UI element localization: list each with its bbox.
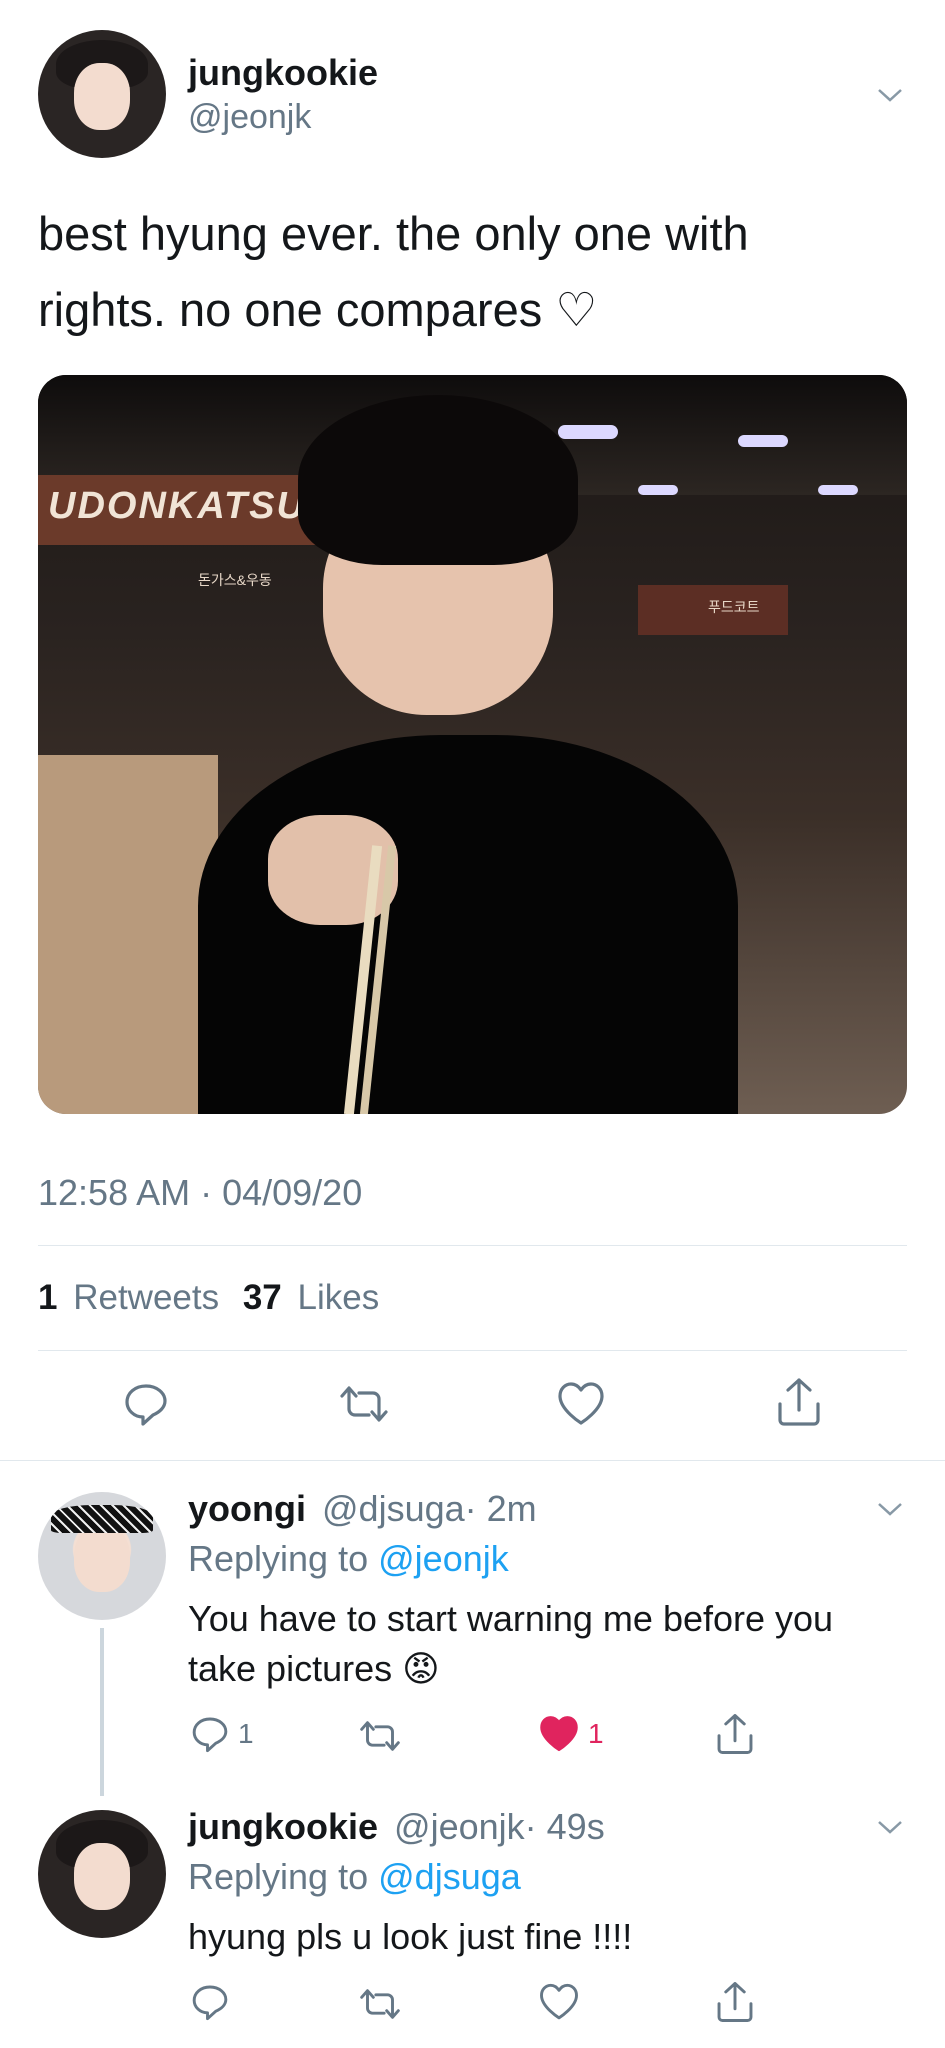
reply-text: hyung pls u look just fine !!!! — [188, 1916, 633, 1957]
reply-handle[interactable]: @djsuga — [322, 1488, 465, 1529]
reply-icon — [192, 1985, 228, 2021]
reply-avatar[interactable] — [38, 1492, 166, 1620]
reply-display-name[interactable]: jungkookie — [188, 1806, 378, 1847]
retweet-button[interactable] — [356, 1716, 404, 1756]
tweet-stats: 1 Retweets 37 Likes — [38, 1278, 379, 1318]
like-icon — [540, 1716, 578, 1752]
author-avatar[interactable] — [38, 30, 166, 158]
reply-icon — [192, 1717, 228, 1753]
chevron-down-icon[interactable] — [877, 88, 903, 102]
reply-button[interactable]: 1 — [190, 1714, 254, 1754]
reply-time[interactable]: · 2m — [465, 1488, 537, 1529]
reply-button[interactable] — [122, 1380, 170, 1428]
section-divider — [0, 1460, 945, 1461]
reply-text: You have to start warning me before you … — [188, 1598, 834, 1689]
like-button[interactable]: 1 — [538, 1714, 604, 1754]
tweet-photo[interactable]: UDONKATSU 돈가스&우동 푸드코트 — [38, 375, 907, 1114]
share-button[interactable] — [714, 1980, 756, 2024]
share-button[interactable] — [774, 1376, 824, 1428]
reply-button[interactable] — [190, 1982, 230, 2022]
retweet-icon — [360, 1721, 400, 1751]
retweets-label[interactable]: Retweets — [73, 1278, 219, 1317]
author-display-name[interactable]: jungkookie — [188, 52, 378, 94]
retweets-count[interactable]: 1 — [38, 1278, 57, 1317]
share-icon — [717, 1714, 753, 1754]
like-button[interactable] — [556, 1380, 606, 1428]
chevron-down-icon[interactable] — [877, 1502, 903, 1516]
reply-count: 1 — [238, 1718, 254, 1749]
reply-icon — [125, 1384, 167, 1426]
share-icon — [717, 1982, 753, 2022]
reply-time[interactable]: · 49s — [525, 1806, 605, 1847]
share-button[interactable] — [714, 1712, 756, 1756]
reply-display-name[interactable]: yoongi — [188, 1488, 306, 1529]
reply-avatar[interactable] — [38, 1810, 166, 1938]
replying-to-label: Replying to — [188, 1538, 369, 1579]
like-icon — [540, 1983, 578, 2020]
photo-sign-text: UDONKATSU — [48, 485, 306, 527]
retweet-icon — [360, 1989, 400, 2019]
replying-to-label: Replying to — [188, 1856, 369, 1897]
like-button[interactable] — [538, 1982, 580, 2022]
thread-line — [100, 1628, 104, 1796]
retweet-button[interactable] — [336, 1380, 392, 1428]
photo-subsign-text: 돈가스&우동 — [198, 572, 272, 588]
replying-to-link[interactable]: @jeonjk — [378, 1538, 509, 1579]
photo-sign2-text: 푸드코트 — [708, 599, 760, 615]
share-icon — [778, 1378, 820, 1426]
likes-label[interactable]: Likes — [298, 1278, 380, 1317]
retweet-icon — [340, 1386, 388, 1422]
retweet-button[interactable] — [356, 1984, 404, 2024]
tweet-timestamp[interactable]: 12:58 AM · 04/09/20 — [38, 1172, 362, 1214]
reply-handle[interactable]: @jeonjk — [394, 1806, 525, 1847]
divider — [38, 1245, 907, 1246]
author-handle[interactable]: @jeonjk — [188, 98, 311, 137]
chevron-down-icon[interactable] — [877, 1820, 903, 1834]
tweet-text: best hyung ever. the only one with right… — [38, 207, 749, 336]
likes-count[interactable]: 37 — [243, 1278, 282, 1317]
like-icon — [558, 1382, 604, 1425]
like-count: 1 — [588, 1718, 604, 1749]
divider — [38, 1350, 907, 1351]
replying-to-link[interactable]: @djsuga — [378, 1856, 521, 1897]
